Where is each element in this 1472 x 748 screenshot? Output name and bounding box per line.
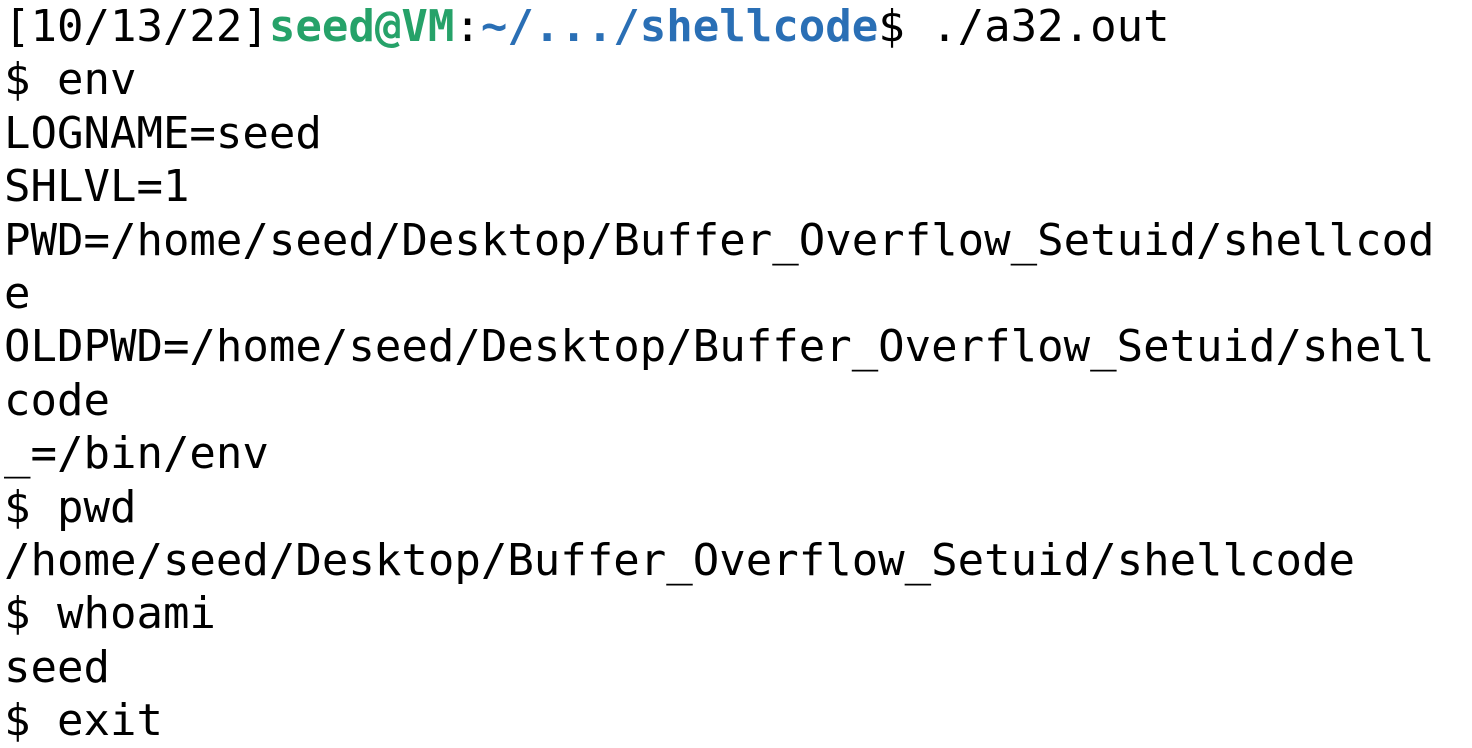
prompt-colon: : [454,1,481,52]
shell-prompt-line: [10/13/22]seed@VM:~/.../shellcode$ ./a32… [4,0,1472,53]
terminal-line: $ exit [4,695,163,747]
terminal-line: e [4,267,31,319]
terminal-line: OLDPWD=/home/seed/Desktop/Buffer_Overflo… [4,321,1435,373]
terminal-line: PWD=/home/seed/Desktop/Buffer_Overflow_S… [4,214,1435,266]
terminal-line: $ env [4,54,137,106]
terminal-line: seed [4,641,110,693]
prompt-path: ~/.../shellcode [480,1,879,52]
terminal-line: code [4,374,110,426]
prompt-user-host: seed@VM [268,1,455,52]
prompt-date: [10/13/22] [4,1,269,52]
terminal-line: $ pwd [4,481,137,533]
prompt-command: ./a32.out [931,1,1170,52]
terminal-line: SHLVL=1 [4,161,190,213]
terminal-line: $ whoami [4,588,216,640]
terminal-line: /home/seed/Desktop/Buffer_Overflow_Setui… [4,534,1356,586]
terminal-line: _=/bin/env [4,428,269,480]
prompt-symbol: $ [878,1,932,52]
terminal-output[interactable]: [10/13/22]seed@VM:~/.../shellcode$ ./a32… [0,0,1472,748]
terminal-line: LOGNAME=seed [4,107,322,159]
